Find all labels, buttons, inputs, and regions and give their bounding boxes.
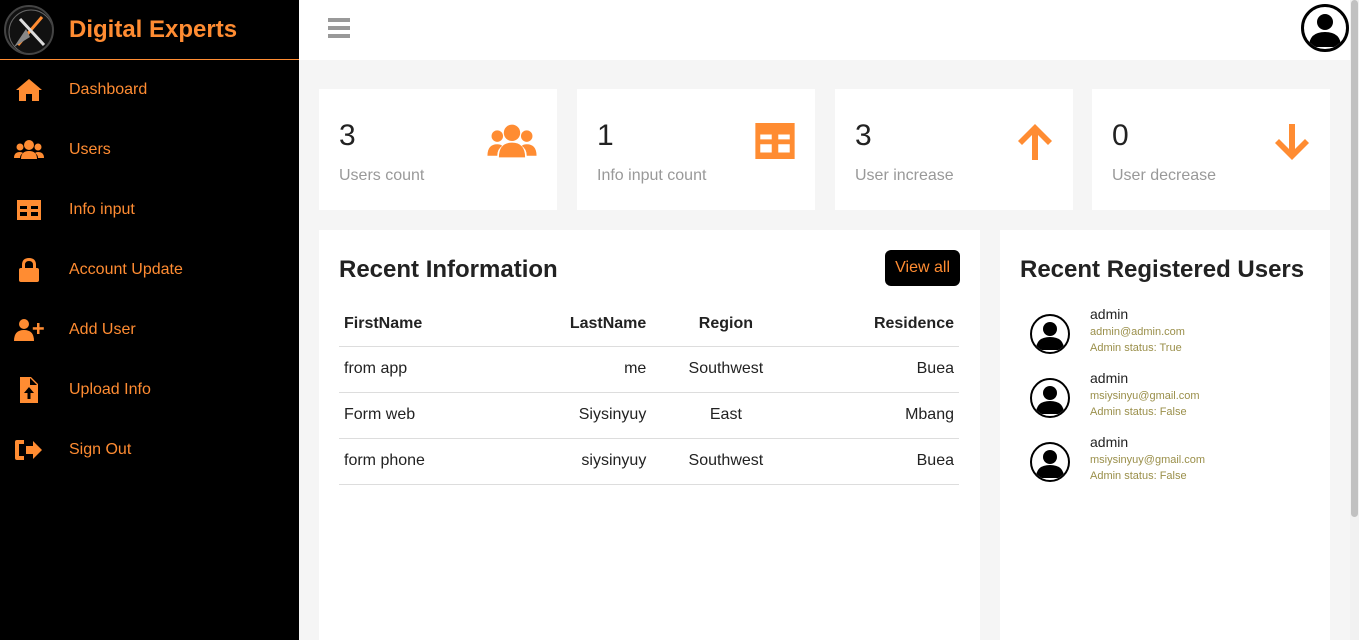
table-row: form phone siysinyuy Southwest Buea — [339, 438, 959, 485]
stat-label: Users count — [339, 167, 425, 184]
cell-lastname: me — [499, 346, 652, 393]
user-name: admin — [1090, 434, 1129, 450]
cell-firstname: Form web — [339, 392, 500, 439]
sidebar-item-users[interactable]: Users — [0, 120, 299, 180]
stat-card-user-decrease: 0 User decrease — [1092, 89, 1330, 210]
users-icon — [0, 137, 69, 163]
recent-information-panel: Recent Information View all FirstName La… — [319, 230, 980, 640]
cell-region: Southwest — [651, 438, 801, 485]
sidebar-item-dashboard[interactable]: Dashboard — [0, 60, 299, 120]
table-icon — [755, 123, 795, 164]
sidebar-item-account-update[interactable]: Account Update — [0, 240, 299, 300]
cell-region: Southwest — [651, 346, 801, 393]
menu-toggle-icon[interactable] — [328, 18, 350, 40]
stat-card-info-input-count: 1 Info input count — [577, 89, 815, 210]
user-admin-status: Admin status: True — [1090, 342, 1182, 354]
sidebar-item-info-input[interactable]: Info input — [0, 180, 299, 240]
sidebar-item-label: Dashboard — [69, 81, 148, 98]
sidebar-item-label: Info input — [69, 201, 135, 218]
user-name: admin — [1090, 306, 1129, 322]
sidebar-nav: Dashboard Users Info input Account Updat… — [0, 60, 299, 480]
recent-users-panel: Recent Registered Users admin admin@admi… — [1000, 230, 1330, 640]
brand-logo — [4, 4, 54, 55]
user-email: msiysinyuy@gmail.com — [1090, 454, 1206, 466]
panel-title: Recent Information — [339, 256, 558, 283]
user-admin-status: Admin status: False — [1090, 406, 1187, 418]
column-header-firstname: FirstName — [339, 302, 500, 347]
users-icon — [487, 123, 537, 164]
sidebar-item-label: Account Update — [69, 261, 183, 278]
file-upload-icon — [0, 377, 69, 403]
stat-value: 3 — [855, 119, 872, 152]
brand: Digital Experts — [0, 0, 299, 60]
user-list-item: admin msiysinyuy@gmail.com Admin status:… — [1030, 434, 1205, 498]
user-list-item: admin admin@admin.com Admin status: True — [1030, 306, 1185, 370]
stat-value: 3 — [339, 119, 356, 152]
table-icon — [0, 197, 69, 223]
home-icon — [0, 77, 69, 103]
column-header-lastname: LastName — [499, 302, 652, 347]
avatar — [1030, 442, 1070, 482]
user-name: admin — [1090, 370, 1129, 386]
user-email: admin@admin.com — [1090, 326, 1185, 338]
stat-card-user-increase: 3 User increase — [835, 89, 1073, 210]
arrow-up-icon — [1017, 123, 1053, 166]
scrollbar-thumb[interactable] — [1351, 0, 1358, 517]
view-all-button[interactable]: View all — [885, 250, 960, 286]
recent-information-table: FirstName LastName Region Residence from… — [339, 302, 959, 485]
stat-label: Info input count — [597, 167, 707, 184]
stat-label: User increase — [855, 167, 954, 184]
sidebar-item-upload-info[interactable]: Upload Info — [0, 360, 299, 420]
column-header-residence: Residence — [800, 302, 959, 347]
panel-title: Recent Registered Users — [1020, 256, 1305, 283]
sidebar: Digital Experts Dashboard Users Info inp… — [0, 0, 299, 640]
profile-avatar[interactable] — [1301, 4, 1349, 52]
avatar — [1030, 314, 1070, 354]
lock-icon — [0, 257, 69, 283]
stat-card-users-count: 3 Users count — [319, 89, 557, 210]
page-scrollbar[interactable] — [1350, 0, 1359, 640]
stat-value: 0 — [1112, 119, 1129, 152]
cell-lastname: siysinyuy — [499, 438, 652, 485]
sidebar-item-label: Add User — [69, 321, 136, 338]
sidebar-item-label: Users — [69, 141, 111, 158]
arrow-down-icon — [1274, 123, 1310, 166]
cell-residence: Buea — [800, 438, 959, 485]
user-plus-icon — [0, 317, 69, 343]
cell-lastname: Siysinyuy — [499, 392, 652, 439]
user-admin-status: Admin status: False — [1090, 470, 1187, 482]
table-row: Form web Siysinyuy East Mbang — [339, 392, 959, 439]
cell-firstname: from app — [339, 346, 500, 393]
stat-label: User decrease — [1112, 167, 1217, 184]
brand-name: Digital Experts — [69, 15, 238, 43]
sidebar-item-label: Upload Info — [69, 381, 151, 398]
cell-firstname: form phone — [339, 438, 500, 485]
column-header-region: Region — [651, 302, 801, 347]
cell-residence: Buea — [800, 346, 959, 393]
sidebar-item-sign-out[interactable]: Sign Out — [0, 420, 299, 480]
sidebar-item-label: Sign Out — [69, 441, 132, 458]
cell-residence: Mbang — [800, 392, 959, 439]
user-email: msiysinyu@gmail.com — [1090, 390, 1200, 402]
avatar — [1030, 378, 1070, 418]
sidebar-item-add-user[interactable]: Add User — [0, 300, 299, 360]
user-list-item: admin msiysinyu@gmail.com Admin status: … — [1030, 370, 1200, 434]
topbar — [299, 0, 1350, 60]
table-header-row: FirstName LastName Region Residence — [339, 302, 959, 347]
table-row: from app me Southwest Buea — [339, 346, 959, 393]
cell-region: East — [651, 392, 801, 439]
sign-out-icon — [0, 437, 69, 463]
stat-value: 1 — [597, 119, 614, 152]
